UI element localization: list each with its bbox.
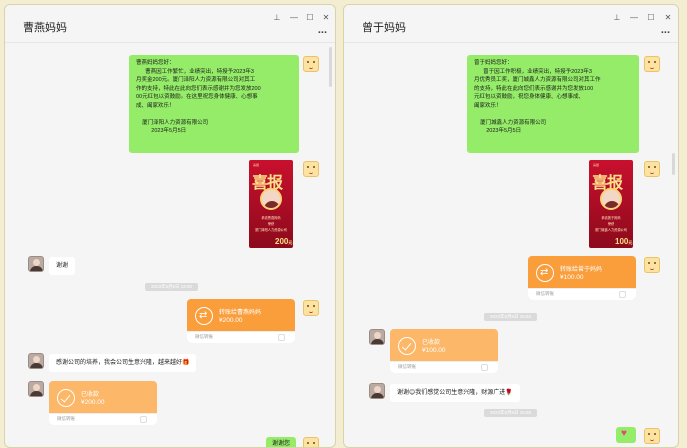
my-avatar[interactable] (644, 161, 660, 177)
transfer-amount: ¥100.00 (560, 274, 584, 281)
my-avatar[interactable] (644, 56, 660, 72)
poster-line: 荣获 (607, 222, 615, 226)
announcement-bubble: 曾于妈妈您好： 曾于因工作积极，业绩突出，特授予2023年3 月优秀员工奖，厦门… (467, 55, 639, 153)
my-avatar[interactable] (644, 257, 660, 273)
close-icon[interactable]: ✕ (663, 13, 673, 23)
minimize-icon[interactable]: — (629, 13, 639, 23)
transfer-label: 转账给曹燕妈妈 (219, 310, 262, 316)
poster-line: 厦门城鑫人力资源公司 (595, 228, 627, 232)
wechat-pay-icon (619, 291, 626, 298)
message-bubble: 谢谢您 (266, 437, 297, 447)
check-icon (398, 337, 416, 355)
timestamp: 2023年5月5日 12:00 (145, 283, 199, 291)
contact-avatar[interactable] (369, 383, 385, 399)
wechat-pay-icon (140, 416, 147, 423)
transfer-label: 转账给曾于妈妈 (560, 267, 603, 273)
transfer-icon (195, 307, 213, 325)
announcement-bubble: 曹燕妈妈您好： 曹燕因工作繁忙，业绩突出，特授予2023年3 月奖金200元。厦… (129, 55, 299, 153)
my-avatar[interactable] (303, 437, 319, 447)
poster-photo (600, 188, 622, 210)
contact-avatar[interactable] (369, 329, 385, 345)
my-avatar[interactable] (303, 56, 319, 72)
contact-avatar[interactable] (28, 381, 44, 397)
timestamp: 2023年5月5日 16:55 (484, 409, 538, 417)
transfer-amount: ¥200.00 (81, 399, 105, 406)
chat-title: 曾于妈妈 (362, 22, 406, 34)
poster-amount: 100元 (615, 237, 633, 246)
pin-icon[interactable]: ⊥ (272, 13, 282, 23)
scrollbar[interactable] (329, 47, 332, 87)
timestamp: 2023年5月5日 16:53 (484, 313, 538, 321)
poster-amount: 200元 (275, 237, 293, 246)
transfer-icon (536, 264, 554, 282)
honor-poster-image[interactable]: 喜报 喜报 恭喜曹燕妈妈 荣获 厦门泽阳人力资源公司 200元 (249, 160, 293, 248)
my-avatar[interactable] (644, 428, 660, 444)
poster-header: 喜报 (253, 163, 260, 167)
poster-line: 恭喜曹燕妈妈 (261, 216, 281, 220)
title-bar: 曹燕妈妈 ⊥ — ☐ ✕ ... (5, 5, 335, 43)
transfer-card-received[interactable]: 已收款 ¥200.00 微信转账 (49, 381, 157, 425)
contact-avatar[interactable] (28, 256, 44, 272)
transfer-label: 已收款 (422, 340, 441, 346)
pin-icon[interactable]: ⊥ (612, 13, 622, 23)
scrollbar[interactable] (672, 153, 675, 175)
transfer-footer: 微信转账 (195, 334, 213, 339)
maximize-icon[interactable]: ☐ (646, 13, 656, 23)
transfer-footer: 微信转账 (398, 364, 416, 369)
message-list[interactable]: 曾于妈妈您好： 曾于因工作积极，业绩突出，特授予2023年3 月优秀员工奖，厦门… (344, 43, 678, 447)
honor-poster-image[interactable]: 喜报 喜报 恭喜曾于妈妈 荣获 厦门城鑫人力资源公司 100元 (589, 160, 633, 248)
maximize-icon[interactable]: ☐ (305, 13, 315, 23)
transfer-amount: ¥100.00 (422, 347, 446, 354)
my-avatar[interactable] (303, 161, 319, 177)
contact-avatar[interactable] (28, 353, 44, 369)
heart-emoji-message (616, 427, 636, 443)
wechat-pay-icon (481, 364, 488, 371)
message-bubble: 谢谢😊我们感觉公司生意兴隆，财源广进🌹 (390, 384, 520, 402)
poster-header: 喜报 (593, 163, 600, 167)
poster-line: 荣获 (267, 222, 275, 226)
minimize-icon[interactable]: — (289, 13, 299, 23)
close-icon[interactable]: ✕ (321, 13, 331, 23)
transfer-footer: 微信转账 (536, 291, 554, 296)
poster-line: 厦门泽阳人力资源公司 (255, 228, 287, 232)
message-bubble: 谢谢 (49, 257, 76, 275)
transfer-amount: ¥200.00 (219, 317, 243, 324)
more-options-button[interactable]: ... (661, 24, 670, 36)
chat-window-right: 曾于妈妈 ⊥ — ☐ ✕ ... 曾于妈妈您好： 曾于因工作积极，业绩突出，特授… (343, 4, 679, 448)
wechat-pay-icon (278, 334, 285, 341)
chat-title: 曹燕妈妈 (23, 22, 67, 34)
transfer-label: 已收款 (81, 392, 100, 398)
poster-line: 恭喜曾于妈妈 (601, 216, 621, 220)
title-bar: 曾于妈妈 ⊥ — ☐ ✕ ... (344, 5, 678, 43)
message-bubble: 感谢公司的培养，我会公司生意兴隆，越来越好🎁 (49, 354, 197, 372)
transfer-card-received[interactable]: 已收款 ¥100.00 微信转账 (390, 329, 498, 373)
poster-photo (260, 188, 282, 210)
transfer-card-sent[interactable]: 转账给曹燕妈妈 ¥200.00 微信转账 (187, 299, 295, 343)
more-options-button[interactable]: ... (318, 24, 327, 36)
chat-window-left: 曹燕妈妈 ⊥ — ☐ ✕ ... 曹燕妈妈您好： 曹燕因工作繁忙，业绩突出，特授… (4, 4, 336, 448)
transfer-card-sent[interactable]: 转账给曾于妈妈 ¥100.00 微信转账 (528, 256, 636, 300)
message-list[interactable]: 曹燕妈妈您好： 曹燕因工作繁忙，业绩突出，特授予2023年3 月奖金200元。厦… (5, 43, 335, 447)
check-icon (57, 389, 75, 407)
transfer-footer: 微信转账 (57, 416, 75, 421)
my-avatar[interactable] (303, 300, 319, 316)
